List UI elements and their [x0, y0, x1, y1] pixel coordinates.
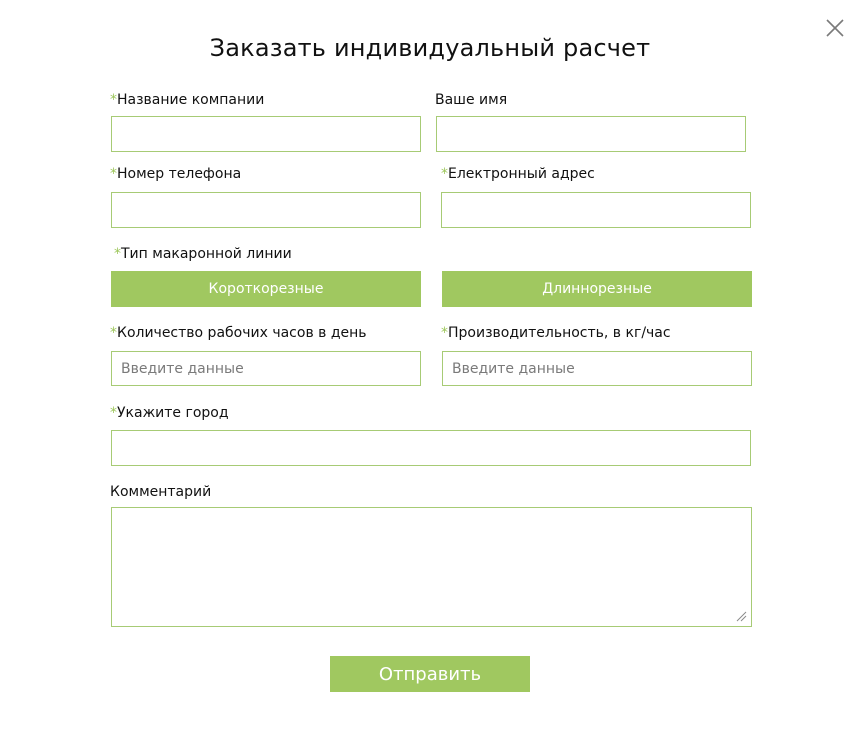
- comment-label: Комментарий: [110, 484, 212, 500]
- productivity-input[interactable]: [442, 351, 752, 386]
- work-hours-input[interactable]: [111, 351, 421, 386]
- dialog-title: Заказать индивидуальный расчет: [209, 34, 651, 62]
- required-mark: *: [110, 325, 117, 341]
- your-name-label: Ваше имя: [435, 92, 508, 108]
- city-label: *Укажите город: [110, 405, 229, 421]
- phone-input[interactable]: [111, 192, 421, 228]
- email-label: *Електронный адрес: [441, 166, 595, 182]
- required-mark: *: [110, 92, 117, 108]
- required-mark: *: [441, 166, 448, 182]
- company-name-input[interactable]: [111, 116, 421, 152]
- email-input[interactable]: [441, 192, 751, 228]
- comment-textarea[interactable]: [111, 507, 752, 627]
- phone-label: *Номер телефона: [110, 166, 242, 182]
- required-mark: *: [441, 325, 448, 341]
- long-cut-option-button[interactable]: Длиннорезные: [442, 271, 752, 307]
- submit-button[interactable]: Отправить: [330, 656, 530, 692]
- required-mark: *: [110, 405, 117, 421]
- productivity-label: *Производительность, в кг/час: [441, 325, 671, 341]
- work-hours-label: *Количество рабочих часов в день: [110, 325, 367, 341]
- resize-grip-icon[interactable]: [736, 611, 747, 622]
- your-name-input[interactable]: [436, 116, 746, 152]
- city-input[interactable]: [111, 430, 751, 466]
- short-cut-option-button[interactable]: Короткорезные: [111, 271, 421, 307]
- line-type-label: *Тип макаронной линии: [114, 246, 292, 262]
- company-name-label: *Название компании: [110, 92, 265, 108]
- required-mark: *: [110, 166, 117, 182]
- required-mark: *: [114, 246, 121, 262]
